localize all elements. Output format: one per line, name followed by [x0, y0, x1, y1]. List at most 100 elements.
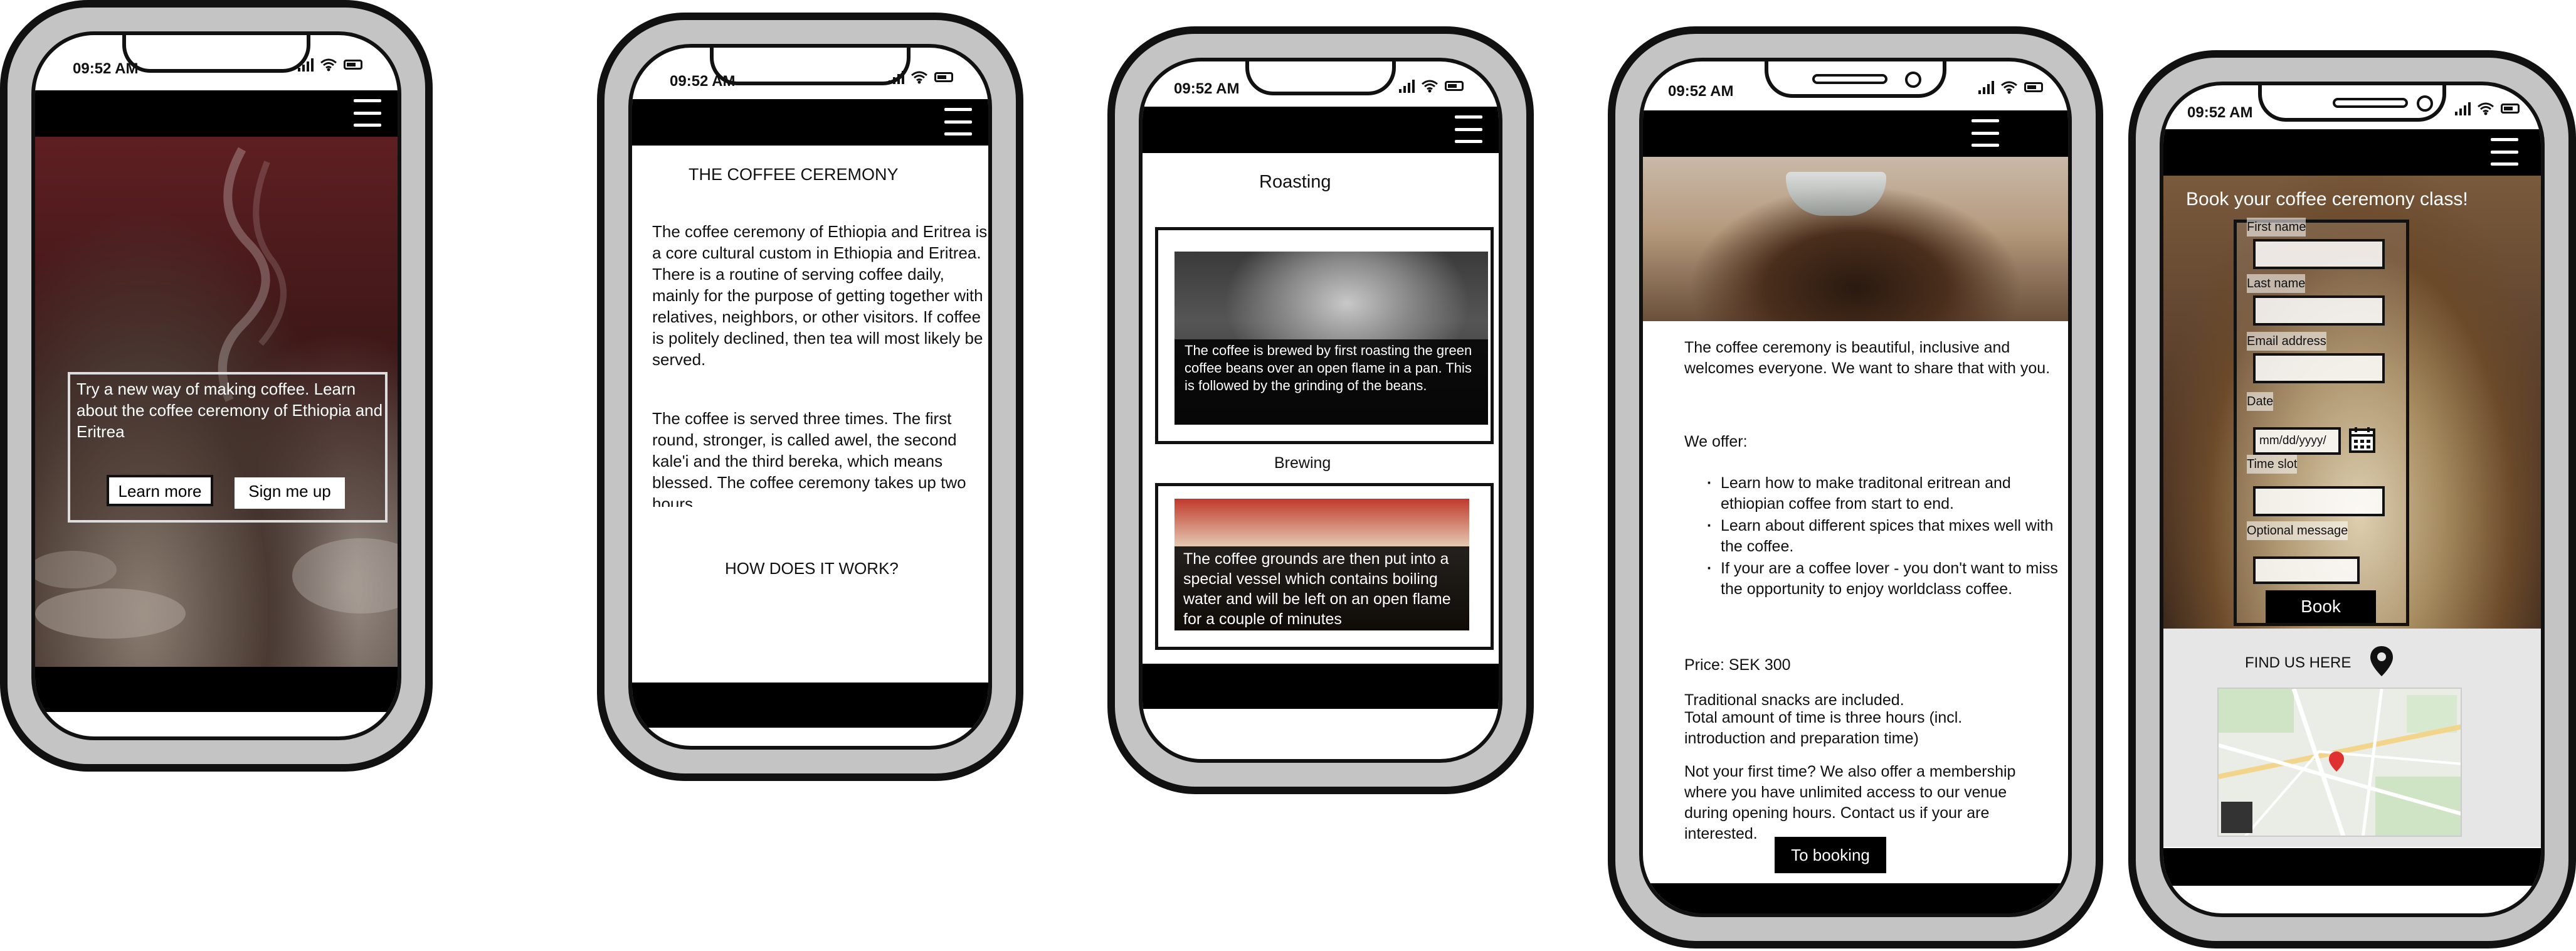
- hamburger-menu-icon[interactable]: [1455, 115, 1482, 143]
- last-name-label: Last name: [2247, 274, 2306, 293]
- top-nav: [1143, 107, 1499, 153]
- footer-bar: [1143, 664, 1499, 709]
- brewing-caption: The coffee grounds are then put into a s…: [1175, 546, 1469, 630]
- top-nav: [2163, 129, 2541, 176]
- signal-icon: [1399, 79, 1415, 93]
- brewing-heading: Brewing: [1274, 454, 1331, 472]
- find-us-heading: FIND US HERE: [2245, 654, 2352, 671]
- status-time: 09:52 AM: [73, 60, 139, 77]
- roasting-caption: The coffee is brewed by first roasting t…: [1175, 339, 1488, 425]
- status-time: 09:52 AM: [670, 73, 736, 90]
- ceremony-paragraph-1: The coffee ceremony of Ethiopia and Erit…: [652, 222, 988, 369]
- battery-icon: [2024, 82, 2043, 92]
- roasting-card: The coffee is brewed by first roasting t…: [1155, 227, 1494, 444]
- map-pin-icon: [2370, 646, 2393, 676]
- hero-image: Try a new way of making coffee. Learn ab…: [35, 137, 398, 667]
- email-input[interactable]: [2253, 353, 2385, 383]
- first-name-label: First name: [2247, 218, 2306, 236]
- status-time: 09:52 AM: [2187, 104, 2253, 121]
- last-name-input[interactable]: [2253, 295, 2385, 326]
- offer-heading: We offer:: [1684, 433, 1748, 450]
- time-slot-input[interactable]: [2253, 486, 2385, 516]
- book-button[interactable]: Book: [2266, 590, 2376, 623]
- duration-text: Total amount of time is three hours (inc…: [1684, 709, 1963, 747]
- wifi-icon: [1422, 80, 1438, 93]
- phone-booking: 09:52 AM Book your coffee ceremony class…: [2128, 50, 2576, 948]
- signal-icon: [298, 58, 314, 72]
- location-map[interactable]: [2217, 688, 2462, 837]
- hamburger-menu-icon[interactable]: [944, 108, 972, 135]
- first-name-input[interactable]: [2253, 239, 2385, 269]
- battery-icon: [934, 72, 953, 82]
- brewing-image: The coffee grounds are then put into a s…: [1175, 499, 1469, 630]
- booking-title: Book your coffee ceremony class!: [2186, 189, 2468, 210]
- how-heading: HOW DOES IT WORK?: [725, 559, 899, 578]
- phone-home: 09:52 AM Try a new way of making coffee.…: [0, 0, 433, 772]
- hero-text: Try a new way of making coffee. Learn ab…: [77, 380, 383, 441]
- footer-bar: [2163, 848, 2541, 886]
- intro-text: The coffee ceremony is beautiful, inclus…: [1684, 339, 2051, 377]
- footer-bar: [1643, 883, 2068, 913]
- find-us-section: FIND US HERE: [2163, 629, 2541, 847]
- battery-icon: [344, 60, 362, 70]
- phone-ceremony: 09:52 AM THE COFFEE CEREMONY The coffee …: [597, 13, 1023, 781]
- date-label: Date: [2247, 392, 2274, 411]
- ceremony-paragraph-2: The coffee is served three times. The fi…: [652, 409, 966, 507]
- status-time: 09:52 AM: [1668, 83, 1734, 100]
- home-screen: 09:52 AM Try a new way of making coffee.…: [31, 31, 401, 740]
- top-nav: [1643, 110, 2068, 157]
- offer-screen: 09:52 AM The coffee ceremony is beautifu…: [1639, 58, 2072, 917]
- page-title: THE COFFEE CEREMONY: [689, 165, 899, 184]
- brewing-card: The coffee grounds are then put into a s…: [1155, 483, 1494, 650]
- front-camera: [1905, 72, 1921, 88]
- footer-bar: [35, 667, 398, 712]
- wifi-icon: [911, 71, 927, 84]
- membership-text: Not your first time? We also offer a mem…: [1684, 763, 2016, 842]
- top-nav: [632, 99, 988, 146]
- sign-me-up-button[interactable]: Sign me up: [235, 477, 345, 509]
- front-camera: [2417, 95, 2433, 112]
- wifi-icon: [2001, 81, 2017, 94]
- map-graphic: [2219, 689, 2461, 836]
- learn-more-button[interactable]: Learn more: [107, 475, 213, 506]
- signal-icon: [2455, 102, 2471, 115]
- paragraph-clip: The coffee is served three times. The fi…: [652, 408, 988, 507]
- phone-process: 09:52 AM Roasting The coffee is brewed b…: [1107, 26, 1534, 794]
- calendar-icon[interactable]: [2348, 426, 2376, 454]
- hamburger-menu-icon[interactable]: [1972, 119, 1999, 147]
- notch: [710, 48, 911, 85]
- phone-offer: 09:52 AM The coffee ceremony is beautifu…: [1608, 26, 2103, 948]
- date-input[interactable]: mm/dd/yyyy/: [2253, 427, 2341, 455]
- signal-icon: [889, 70, 904, 84]
- speaker-grille: [1812, 74, 1887, 84]
- optional-message-label: Optional message: [2247, 521, 2348, 540]
- booking-form: First name Last name Email address Date …: [2234, 218, 2409, 626]
- notch: [1245, 61, 1396, 95]
- battery-icon: [2501, 104, 2520, 114]
- price-text: Price: SEK 300: [1684, 656, 1791, 674]
- optional-message-input[interactable]: [2253, 556, 2360, 584]
- top-nav: [35, 90, 398, 137]
- to-booking-button[interactable]: To booking: [1775, 837, 1886, 873]
- status-time: 09:52 AM: [1174, 80, 1240, 97]
- offer-item: Learn how to make traditonal eritrean an…: [1703, 473, 2067, 514]
- hamburger-menu-icon[interactable]: [354, 99, 381, 127]
- hamburger-menu-icon[interactable]: [2491, 138, 2518, 166]
- booking-hero-image: Book your coffee ceremony class! First n…: [2163, 176, 2541, 629]
- footer-bar: [632, 683, 988, 728]
- booking-screen: 09:52 AM Book your coffee ceremony class…: [2160, 82, 2545, 917]
- wifi-icon: [320, 58, 337, 72]
- coffee-beans-image: [1643, 157, 2068, 321]
- signal-icon: [1978, 80, 1994, 94]
- wifi-icon: [2478, 102, 2494, 115]
- roasting-heading: Roasting: [1259, 172, 1331, 192]
- battery-icon: [1445, 81, 1464, 91]
- offer-list: Learn how to make traditonal eritrean an…: [1703, 473, 2067, 601]
- offer-item: If your are a coffee lover - you don't w…: [1703, 558, 2067, 600]
- notch: [122, 35, 310, 73]
- date-placeholder: mm/dd/yyyy/: [2259, 434, 2326, 447]
- offer-item: Learn about different spices that mixes …: [1703, 516, 2067, 557]
- email-label: Email address: [2247, 332, 2326, 351]
- time-slot-label: Time slot: [2247, 455, 2298, 474]
- ceremony-screen: 09:52 AM THE COFFEE CEREMONY The coffee …: [628, 44, 992, 750]
